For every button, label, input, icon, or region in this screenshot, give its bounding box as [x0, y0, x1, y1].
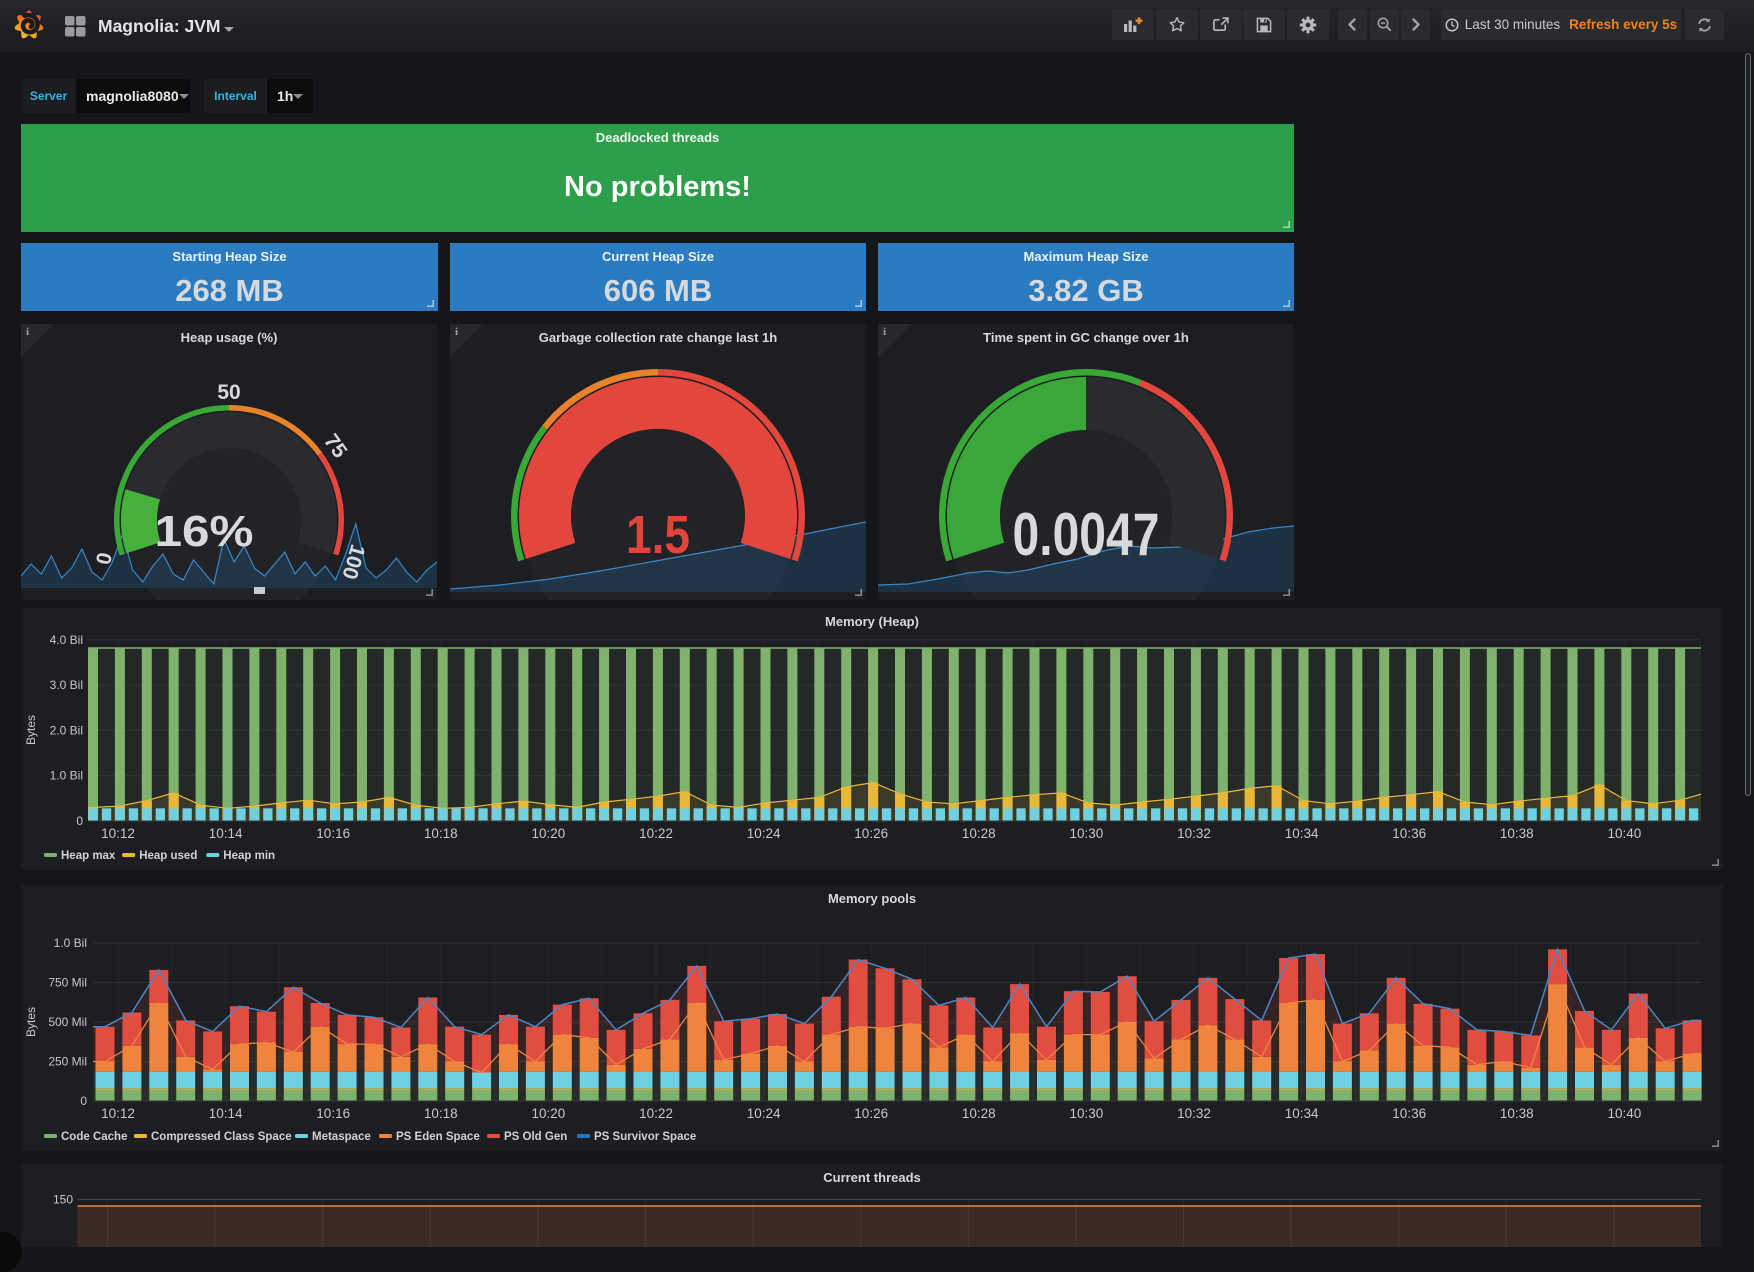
svg-text:10:36: 10:36 [1392, 826, 1426, 841]
svg-text:Bytes: Bytes [24, 1007, 38, 1037]
svg-text:10:12: 10:12 [101, 826, 135, 841]
svg-text:10:24: 10:24 [747, 826, 781, 841]
svg-text:10:40: 10:40 [1608, 1106, 1642, 1121]
svg-text:150: 150 [53, 1193, 73, 1207]
svg-text:10:38: 10:38 [1500, 826, 1534, 841]
svg-text:10:20: 10:20 [532, 1106, 566, 1121]
svg-text:10:16: 10:16 [316, 826, 350, 841]
svg-text:10:34: 10:34 [1285, 1106, 1319, 1121]
svg-text:0: 0 [92, 551, 117, 567]
svg-text:10:14: 10:14 [209, 826, 243, 841]
svg-text:10:30: 10:30 [1070, 1106, 1104, 1121]
svg-text:10:14: 10:14 [209, 1106, 243, 1121]
svg-text:10:16: 10:16 [316, 1106, 350, 1121]
svg-text:PS Survivor Space: PS Survivor Space [594, 1131, 696, 1143]
svg-text:Compressed Class Space: Compressed Class Space [151, 1131, 292, 1143]
svg-text:4.0 Bil: 4.0 Bil [50, 633, 83, 647]
svg-text:3.0 Bil: 3.0 Bil [50, 678, 83, 692]
svg-text:50: 50 [217, 381, 240, 404]
svg-text:Heap min: Heap min [223, 850, 275, 862]
svg-text:1.0 Bil: 1.0 Bil [54, 936, 87, 950]
svg-text:10:22: 10:22 [639, 1106, 673, 1121]
svg-text:250 Mil: 250 Mil [48, 1055, 87, 1069]
svg-text:10:18: 10:18 [424, 826, 458, 841]
svg-text:1.0 Bil: 1.0 Bil [50, 769, 83, 783]
svg-text:0.0047: 0.0047 [1013, 501, 1160, 568]
svg-text:10:36: 10:36 [1392, 1106, 1426, 1121]
svg-text:16%: 16% [155, 507, 254, 556]
svg-text:10:30: 10:30 [1070, 826, 1104, 841]
svg-text:10:26: 10:26 [854, 826, 888, 841]
svg-text:10:26: 10:26 [854, 1106, 888, 1121]
svg-text:500 Mil: 500 Mil [48, 1015, 87, 1029]
svg-text:2.0 Bil: 2.0 Bil [50, 723, 83, 737]
svg-text:10:28: 10:28 [962, 826, 996, 841]
svg-text:0: 0 [80, 1094, 87, 1108]
svg-text:Bytes: Bytes [24, 715, 38, 745]
svg-text:10:32: 10:32 [1177, 1106, 1211, 1121]
svg-text:10:34: 10:34 [1285, 826, 1319, 841]
svg-text:Metaspace: Metaspace [312, 1131, 371, 1143]
svg-text:10:38: 10:38 [1500, 1106, 1534, 1121]
svg-text:10:18: 10:18 [424, 1106, 458, 1121]
svg-text:10:32: 10:32 [1177, 826, 1211, 841]
svg-text:10:22: 10:22 [639, 826, 673, 841]
svg-text:10:24: 10:24 [747, 1106, 781, 1121]
svg-text:10:28: 10:28 [962, 1106, 996, 1121]
svg-text:750 Mil: 750 Mil [48, 976, 87, 990]
svg-text:1.5: 1.5 [626, 505, 690, 565]
svg-text:PS Old Gen: PS Old Gen [504, 1131, 567, 1143]
svg-text:0: 0 [76, 814, 83, 828]
svg-text:Code Cache: Code Cache [61, 1131, 127, 1143]
svg-text:Heap used: Heap used [139, 850, 197, 862]
svg-text:Heap max: Heap max [61, 850, 116, 862]
svg-text:10:12: 10:12 [101, 1106, 135, 1121]
svg-text:10:20: 10:20 [532, 826, 566, 841]
svg-text:10:40: 10:40 [1608, 826, 1642, 841]
svg-text:PS Eden Space: PS Eden Space [396, 1131, 480, 1143]
